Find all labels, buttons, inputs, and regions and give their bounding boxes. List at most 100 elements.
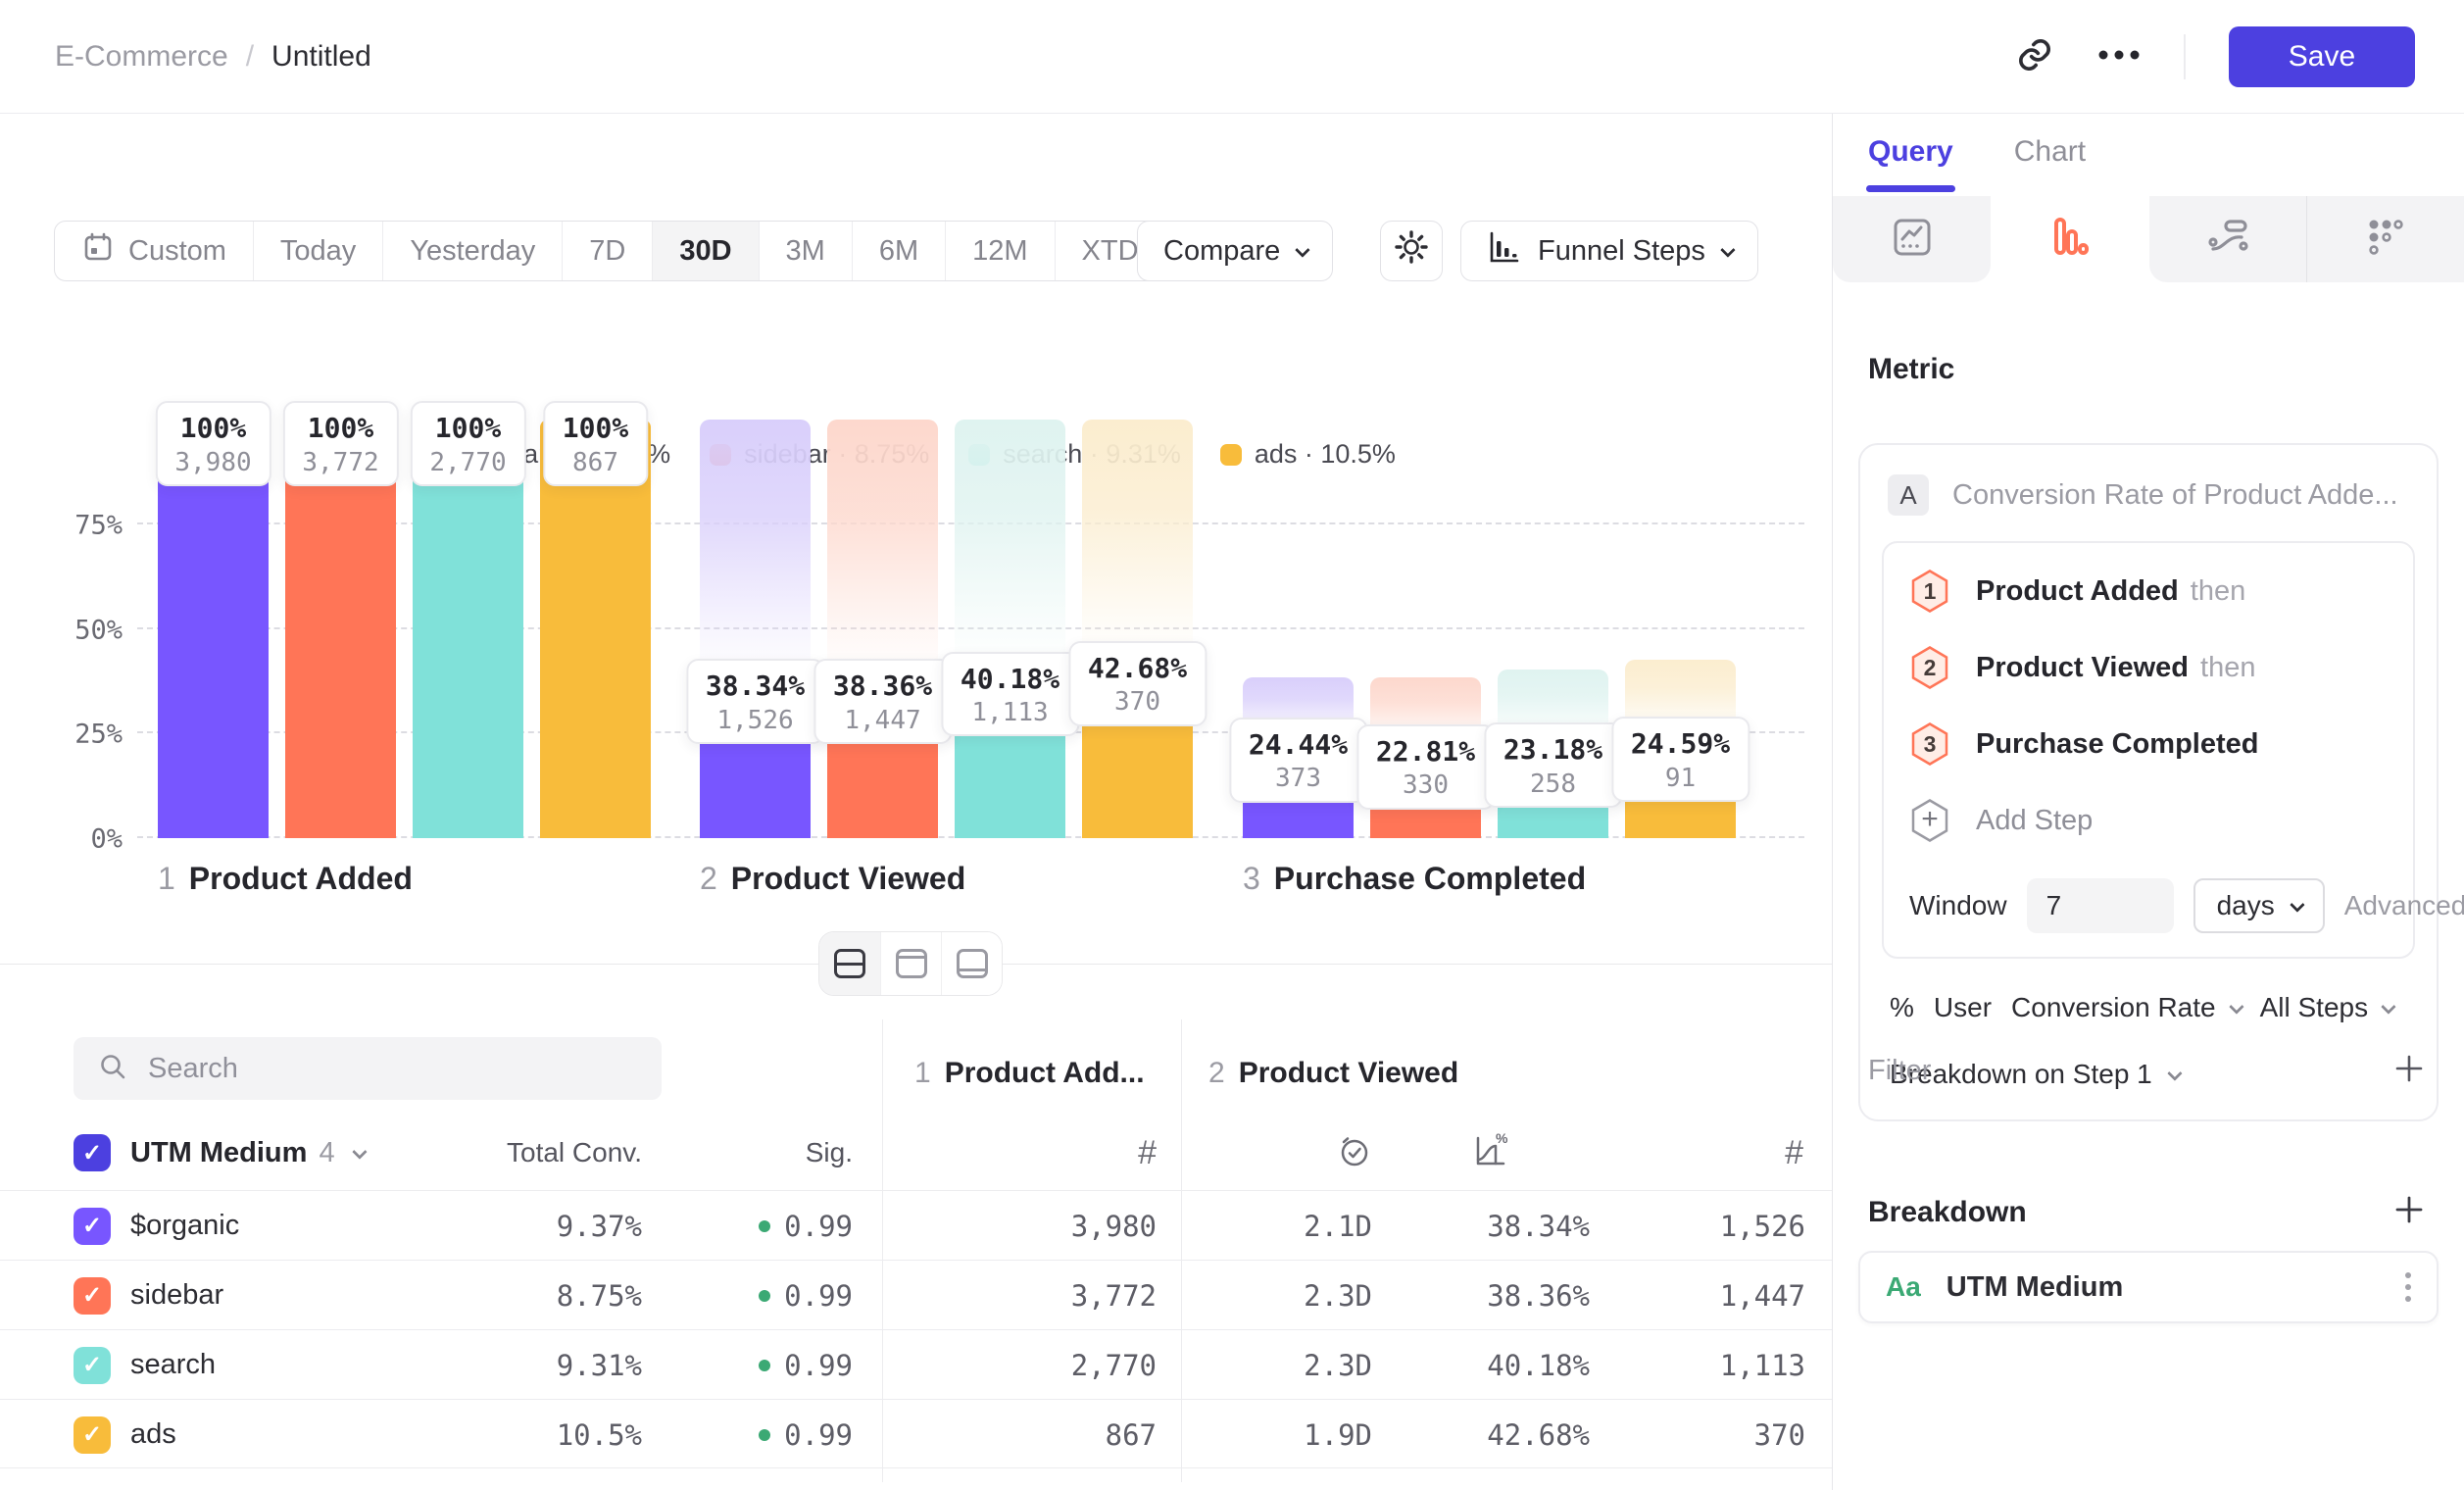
- sig-value: 0.99: [676, 1400, 853, 1469]
- add-step-label: Add Step: [1976, 805, 2093, 837]
- metric-summary-row[interactable]: A Conversion Rate of Product Adde...: [1882, 469, 2415, 516]
- range-3m[interactable]: 3M: [759, 222, 852, 280]
- group-header-cell[interactable]: UTM Medium 4: [130, 1121, 364, 1184]
- split-view-icon: [834, 949, 865, 978]
- query-step-3[interactable]: 3Purchase Completed: [1909, 721, 2388, 767]
- bar-value-label: 42.68%370: [1068, 641, 1207, 726]
- range-yesterday[interactable]: Yesterday: [382, 222, 562, 280]
- metric-name: Conversion Rate of Product Adde...: [1952, 479, 2398, 512]
- y-axis-tick: 0%: [49, 824, 123, 855]
- tab-query[interactable]: Query: [1868, 135, 1953, 184]
- sig-header[interactable]: Sig.: [676, 1121, 853, 1184]
- report-main: CustomTodayYesterday7D30D3M6M12MXTD Comp…: [0, 114, 1832, 1490]
- chevron-down-icon: [352, 1144, 368, 1160]
- string-property-icon: Aa: [1886, 1271, 1921, 1303]
- save-button[interactable]: Save: [2229, 26, 2415, 87]
- funnel-step-group-3: 24.44%37322.81%33023.18%25824.59%91: [1243, 420, 1736, 838]
- breadcrumb-separator: /: [246, 40, 254, 74]
- time-to-convert: 2.3D: [1215, 1330, 1372, 1400]
- query-step-2[interactable]: 2Product Viewedthen: [1909, 645, 2388, 690]
- table-row-search[interactable]: ✓search9.31%0.992,7702.3D40.18%1,113: [0, 1329, 1832, 1399]
- range-30d[interactable]: 30D: [652, 222, 758, 280]
- add-breakdown-button[interactable]: [2393, 1194, 2425, 1230]
- copy-link-button[interactable]: [2015, 35, 2054, 77]
- kebab-menu-icon[interactable]: [2405, 1272, 2411, 1302]
- measure-type-dropdown[interactable]: Conversion Rate: [2011, 992, 2241, 1023]
- steps-scope-dropdown[interactable]: All Steps: [2260, 992, 2393, 1023]
- funnel-step-group-1: 100%3,980100%3,772100%2,770100%867: [158, 420, 651, 838]
- group-by-label: UTM Medium: [130, 1137, 307, 1169]
- conversion-rate-column[interactable]: %: [1411, 1121, 1509, 1184]
- range-today[interactable]: Today: [253, 222, 382, 280]
- chart-type-button[interactable]: Funnel Steps: [1460, 221, 1758, 281]
- step1-count: 2,770: [941, 1330, 1157, 1400]
- table-row-organic[interactable]: ✓$organic9.37%0.993,9802.1D38.34%1,526: [0, 1190, 1832, 1260]
- top-header: E-Commerce / Untitled Save: [0, 0, 2464, 114]
- funnels-icon: [2046, 214, 2094, 266]
- window-unit-select[interactable]: days: [2193, 878, 2325, 933]
- range-custom[interactable]: Custom: [55, 222, 253, 280]
- chart-settings-button[interactable]: [1380, 221, 1443, 281]
- row-checkbox[interactable]: ✓: [74, 1416, 111, 1454]
- tab-chart[interactable]: Chart: [2014, 135, 2086, 184]
- window-value-input[interactable]: [2027, 878, 2174, 933]
- row-checkbox[interactable]: ✓: [74, 1277, 111, 1315]
- measure-entity-label[interactable]: User: [1934, 992, 1992, 1023]
- row-checkbox[interactable]: ✓: [74, 1347, 111, 1384]
- bar-value-label: 22.81%330: [1356, 724, 1495, 810]
- tab-funnels[interactable]: [1991, 196, 2148, 282]
- conv-rate: 40.18%: [1411, 1330, 1590, 1400]
- tab-retention[interactable]: [2307, 196, 2464, 282]
- ellipsis-icon: [2097, 49, 2141, 64]
- filter-label: Filter: [1868, 1055, 1931, 1087]
- bar-value-label: 38.34%1,526: [686, 659, 824, 744]
- range-12m[interactable]: 12M: [945, 222, 1054, 280]
- row-checkbox[interactable]: ✓: [74, 1208, 111, 1245]
- step2-count: 1,113: [1627, 1330, 1805, 1400]
- y-axis-tick: 25%: [49, 720, 123, 750]
- tab-flows[interactable]: [2149, 196, 2307, 282]
- layout-table-only-button[interactable]: [941, 932, 1002, 995]
- step1-count-column[interactable]: #: [1039, 1121, 1157, 1184]
- breakdown-table: ✓$organic9.37%0.993,9802.1D38.34%1,526✓s…: [0, 1190, 1832, 1468]
- breadcrumb-project[interactable]: E-Commerce: [55, 40, 228, 74]
- layout-chart-only-button[interactable]: [880, 932, 941, 995]
- time-to-convert-column[interactable]: [1274, 1121, 1372, 1184]
- sig-dot: [759, 1360, 770, 1371]
- table-row-ads[interactable]: ✓ads10.5%0.998671.9D42.68%370: [0, 1399, 1832, 1468]
- bar-value-label: 24.44%373: [1229, 718, 1367, 803]
- layout-split-button[interactable]: [819, 932, 880, 995]
- chevron-down-icon: [1720, 242, 1736, 258]
- select-all-checkbox[interactable]: ✓: [74, 1134, 111, 1171]
- range-7d[interactable]: 7D: [562, 222, 652, 280]
- step-name: Product Viewed: [1239, 1057, 1459, 1090]
- sig-value: 0.99: [676, 1330, 853, 1400]
- step-axis-label-1[interactable]: 1Product Added: [158, 861, 413, 897]
- funnel-chart: 0%25%50%75%100%3,980100%3,772100%2,77010…: [0, 420, 1832, 838]
- compare-button[interactable]: Compare: [1137, 221, 1333, 281]
- tab-insights[interactable]: [1833, 196, 1991, 282]
- bar-value-label: 24.59%91: [1611, 717, 1749, 802]
- query-step-1[interactable]: 1Product Addedthen: [1909, 569, 2388, 614]
- breakdown-item[interactable]: AaUTM Medium: [1858, 1251, 2439, 1323]
- search-input[interactable]: [148, 1053, 638, 1085]
- more-menu-button[interactable]: [2097, 49, 2141, 64]
- breadcrumb-report-title[interactable]: Untitled: [271, 40, 371, 74]
- drop-off-bar-sidebar: [827, 420, 938, 677]
- table-step2-header[interactable]: 2 Product Viewed: [1208, 1057, 1458, 1090]
- advanced-label: Advanced: [2344, 890, 2464, 921]
- step-axis-label-2[interactable]: 2Product Viewed: [700, 861, 965, 897]
- advanced-toggle[interactable]: Advanced: [2344, 890, 2464, 921]
- total-conv-value: 9.37%: [421, 1191, 642, 1261]
- table-row-sidebar[interactable]: ✓sidebar8.75%0.993,7722.3D38.36%1,447: [0, 1260, 1832, 1329]
- step2-count-column[interactable]: #: [1686, 1121, 1803, 1184]
- range-6m[interactable]: 6M: [852, 222, 945, 280]
- bar-value-label: 100%3,772: [282, 401, 398, 486]
- table-step1-header[interactable]: 1 Product Add...: [914, 1057, 1145, 1090]
- add-step-button[interactable]: + Add Step: [1909, 798, 2388, 843]
- step-axis-label-3[interactable]: 3Purchase Completed: [1243, 861, 1586, 897]
- total-conv-value: 8.75%: [421, 1261, 642, 1330]
- add-filter-button[interactable]: [2393, 1053, 2425, 1089]
- total-conv-header[interactable]: Total Conv.: [421, 1121, 642, 1184]
- conv-rate: 42.68%: [1411, 1400, 1590, 1469]
